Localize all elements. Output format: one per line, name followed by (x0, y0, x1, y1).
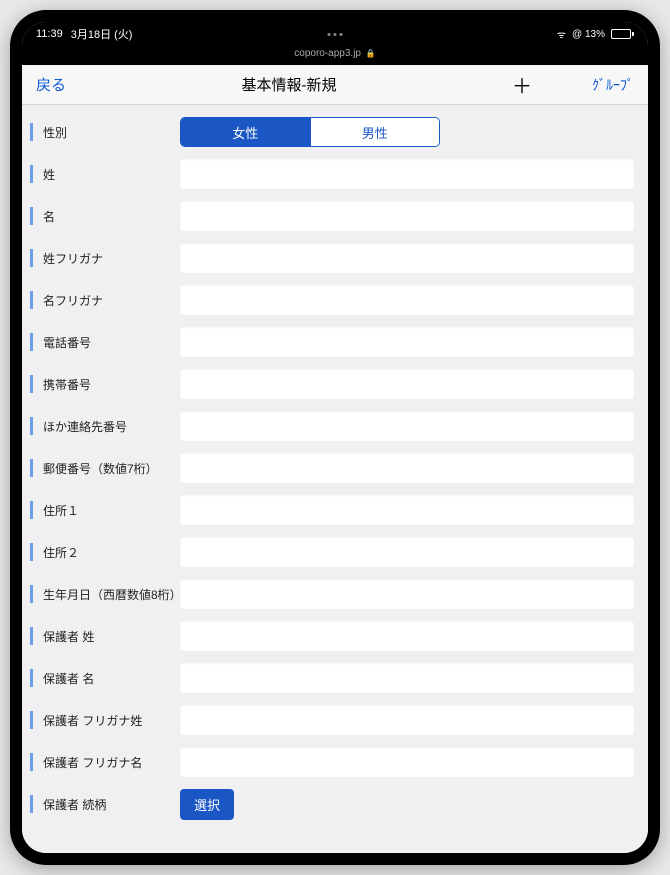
wifi-icon: ᯤ (557, 27, 566, 41)
lock-icon: 🔒 (366, 49, 376, 58)
label-address2: 住所２ (30, 543, 180, 561)
firstname-input[interactable] (180, 201, 634, 231)
relation-select-button[interactable]: 選択 (180, 789, 234, 820)
url-text: coporo-app3.jp (294, 48, 361, 59)
other-contact-input[interactable] (180, 411, 634, 441)
nav-bar: 戻る 基本情報-新規 ＋ ｸﾞﾙｰﾌﾟ (22, 65, 648, 105)
battery-label: @ 13% (572, 29, 605, 40)
tablet-frame: 11:39 3月18日 (火) ᯤ @ 13% coporo-app3.jp 🔒… (10, 10, 660, 865)
mobile-input[interactable] (180, 369, 634, 399)
label-birthdate: 生年月日（西暦数値8桁） (30, 585, 180, 603)
multitask-dots (328, 33, 343, 36)
label-address1: 住所１ (30, 501, 180, 519)
postal-input[interactable] (180, 453, 634, 483)
label-mobile: 携帯番号 (30, 375, 180, 393)
label-guardian-firstname-kana: 保護者 フリガナ名 (30, 753, 180, 771)
lastname-input[interactable] (180, 159, 634, 189)
firstname-kana-input[interactable] (180, 285, 634, 315)
label-guardian-lastname: 保護者 姓 (30, 627, 180, 645)
gender-female-button[interactable]: 女性 (181, 118, 310, 146)
phone-input[interactable] (180, 327, 634, 357)
label-postal: 郵便番号（数値7桁） (30, 459, 180, 477)
gender-segmented: 女性 男性 (180, 117, 440, 147)
label-other-contact: ほか連絡先番号 (30, 417, 180, 435)
status-time: 11:39 (36, 28, 63, 40)
address1-input[interactable] (180, 495, 634, 525)
page-title: 基本情報-新規 (242, 74, 337, 95)
label-guardian-relation: 保護者 続柄 (30, 795, 180, 813)
label-guardian-lastname-kana: 保護者 フリガナ姓 (30, 711, 180, 729)
label-firstname-kana: 名フリガナ (30, 291, 180, 309)
status-date: 3月18日 (火) (71, 26, 133, 42)
screen: 11:39 3月18日 (火) ᯤ @ 13% coporo-app3.jp 🔒… (22, 22, 648, 853)
label-gender: 性別 (30, 123, 180, 141)
lastname-kana-input[interactable] (180, 243, 634, 273)
label-lastname-kana: 姓フリガナ (30, 249, 180, 267)
address2-input[interactable] (180, 537, 634, 567)
guardian-firstname-input[interactable] (180, 663, 634, 693)
label-guardian-firstname: 保護者 名 (30, 669, 180, 687)
back-button[interactable]: 戻る (36, 74, 66, 95)
label-phone: 電話番号 (30, 333, 180, 351)
url-bar: coporo-app3.jp 🔒 (22, 46, 648, 65)
gender-male-button[interactable]: 男性 (310, 118, 440, 146)
guardian-firstname-kana-input[interactable] (180, 747, 634, 777)
battery-icon (611, 29, 634, 39)
guardian-lastname-kana-input[interactable] (180, 705, 634, 735)
label-firstname: 名 (30, 207, 180, 225)
group-button[interactable]: ｸﾞﾙｰﾌﾟ (592, 75, 634, 95)
birthdate-input[interactable] (180, 579, 634, 609)
guardian-lastname-input[interactable] (180, 621, 634, 651)
form-content: 性別 女性 男性 姓 名 姓フリガナ 名 (22, 105, 648, 853)
label-lastname: 姓 (30, 165, 180, 183)
status-bar: 11:39 3月18日 (火) ᯤ @ 13% (22, 22, 648, 46)
add-button[interactable]: ＋ (512, 70, 532, 99)
